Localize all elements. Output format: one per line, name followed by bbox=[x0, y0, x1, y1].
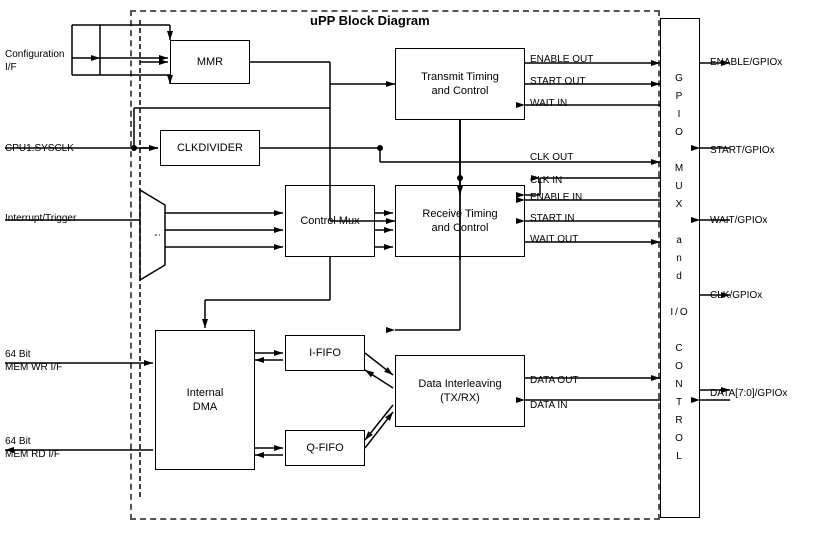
wait-gpiox-label: WAIT/GPIOx bbox=[710, 215, 767, 226]
start-out-label: START OUT bbox=[530, 76, 586, 87]
interrupt-trigger-label: Interrupt/Trigger bbox=[5, 213, 76, 224]
enable-gpiox-label: ENABLE/GPIOx bbox=[710, 57, 782, 68]
internal-dma-block: Internal DMA bbox=[155, 330, 255, 470]
i-fifo-block: I-FIFO bbox=[285, 335, 365, 371]
mem-rd-label: 64 Bit MEM RD I/F bbox=[5, 435, 60, 461]
clk-out-label: CLK OUT bbox=[530, 152, 573, 163]
diagram: uPP Block Diagram MMR CLKDIVIDER Transmi… bbox=[0, 0, 839, 538]
enable-in-label: ENABLE IN bbox=[530, 192, 582, 203]
receive-timing-block: Receive Timing and Control bbox=[395, 185, 525, 257]
wait-in-label: WAIT IN bbox=[530, 98, 567, 109]
data-interleaving-block: Data Interleaving (TX/RX) bbox=[395, 355, 525, 427]
mmr-block: MMR bbox=[170, 40, 250, 84]
gpio-mux-block: G P I O M U X a n d I/O C O N T R O L bbox=[660, 18, 700, 518]
control-mux-block: Control Mux bbox=[285, 185, 375, 257]
cpu1-sysclk-label: CPU1.SYSCLK bbox=[5, 143, 74, 154]
q-fifo-block: Q-FIFO bbox=[285, 430, 365, 466]
start-in-label: START IN bbox=[530, 213, 574, 224]
clk-gpiox-label: CLK/GPIOx bbox=[710, 290, 762, 301]
config-if-label: Configuration I/F bbox=[5, 48, 64, 74]
mem-wr-label: 64 Bit MEM WR I/F bbox=[5, 348, 62, 374]
upp-label: uPP Block Diagram bbox=[310, 13, 430, 28]
clk-in-label: CLK IN bbox=[530, 175, 562, 186]
start-gpiox-label: START/GPIOx bbox=[710, 145, 775, 156]
wait-out-label: WAIT OUT bbox=[530, 234, 578, 245]
data-out-label: DATA OUT bbox=[530, 375, 579, 386]
data-gpiox-label: DATA[7:0]/GPIOx bbox=[710, 388, 787, 399]
data-in-label: DATA IN bbox=[530, 400, 567, 411]
clkdivider-block: CLKDIVIDER bbox=[160, 130, 260, 166]
transmit-timing-block: Transmit Timing and Control bbox=[395, 48, 525, 120]
enable-out-label: ENABLE OUT bbox=[530, 54, 593, 65]
